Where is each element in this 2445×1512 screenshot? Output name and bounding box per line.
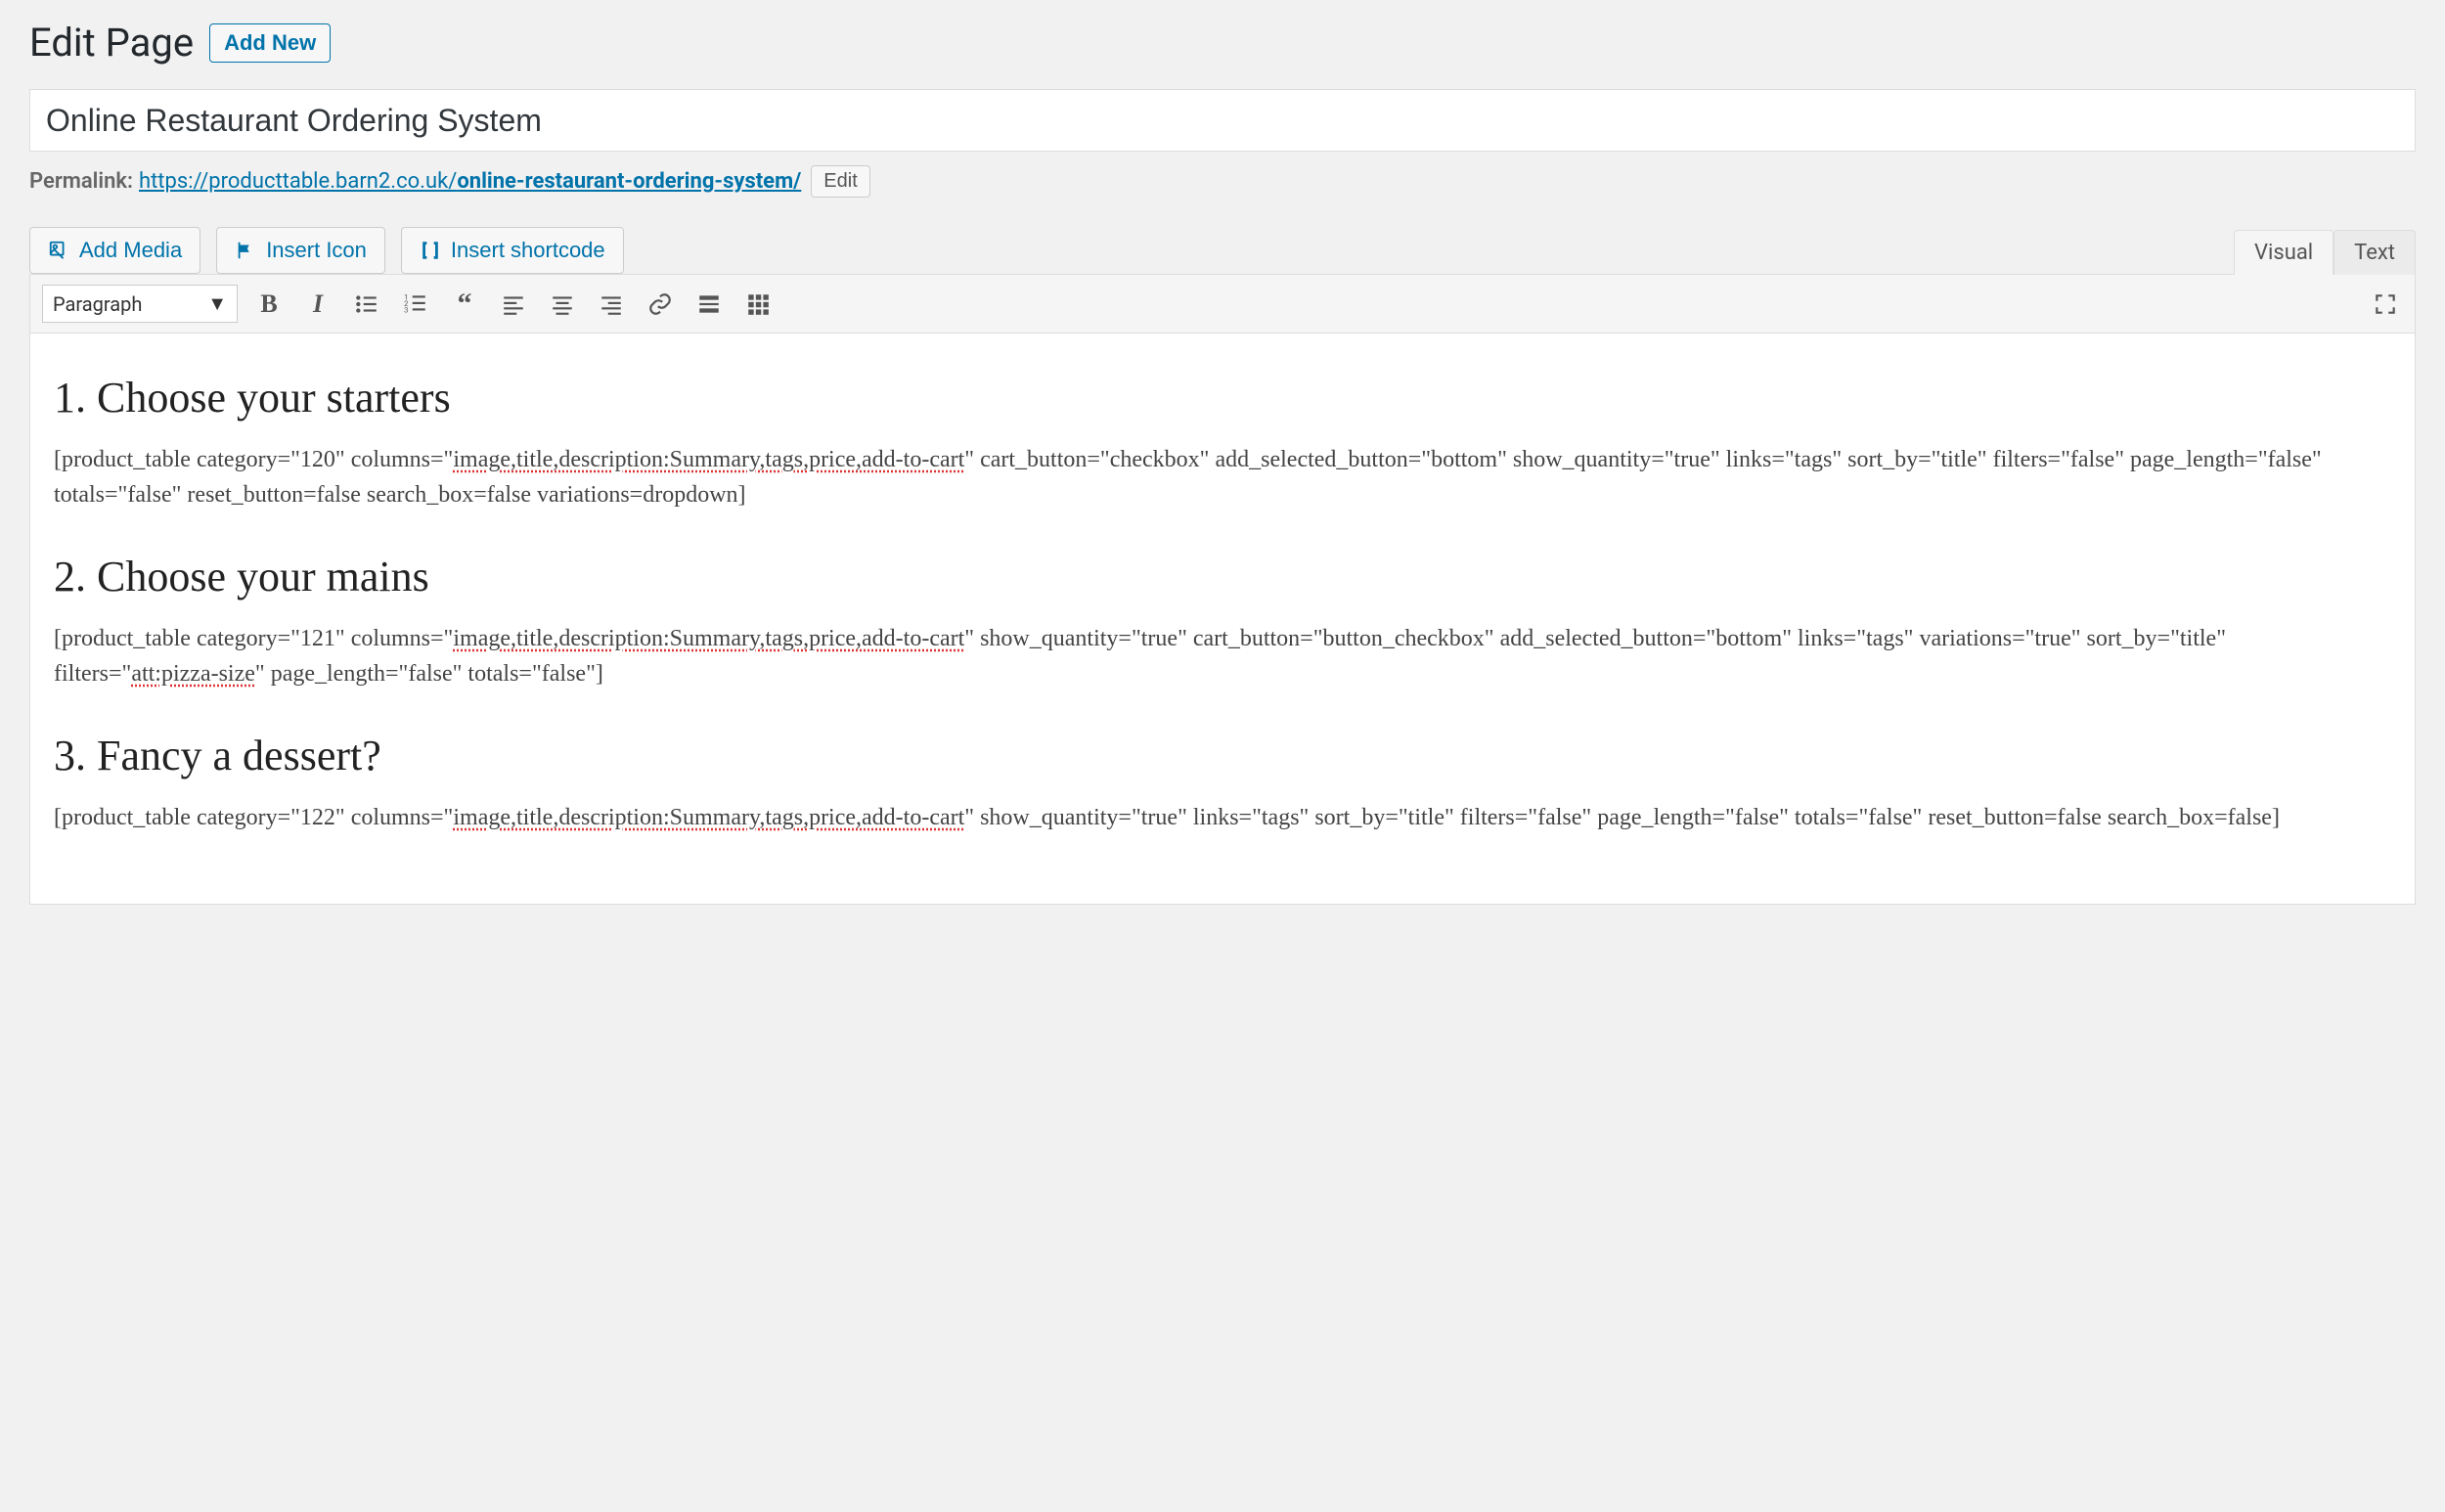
- content-paragraph-3: [product_table category="122" columns="i…: [54, 800, 2391, 835]
- blockquote-button[interactable]: “: [447, 287, 482, 322]
- tab-text[interactable]: Text: [2334, 230, 2416, 275]
- numbered-list-button[interactable]: 123: [398, 287, 433, 322]
- content-heading-1: 1. Choose your starters: [54, 373, 2391, 422]
- content-editor[interactable]: 1. Choose your starters [product_table c…: [30, 334, 2415, 904]
- insert-shortcode-button[interactable]: Insert shortcode: [401, 227, 624, 274]
- add-new-button[interactable]: Add New: [209, 23, 331, 63]
- media-row: Add Media Insert Icon Insert shortcode V…: [29, 227, 2416, 274]
- format-select-label: Paragraph: [53, 292, 142, 316]
- permalink-label: Permalink:: [29, 169, 133, 194]
- content-paragraph-1: [product_table category="120" columns="i…: [54, 442, 2391, 512]
- svg-text:3: 3: [404, 306, 408, 315]
- align-right-button[interactable]: [594, 287, 629, 322]
- bold-button[interactable]: B: [251, 287, 287, 322]
- content-paragraph-2: [product_table category="121" columns="i…: [54, 621, 2391, 691]
- permalink-link[interactable]: https://producttable.barn2.co.uk/online-…: [139, 169, 801, 194]
- toolbar-toggle-button[interactable]: [740, 287, 776, 322]
- permalink-base: https://producttable.barn2.co.uk/: [139, 169, 457, 194]
- editor-box: Paragraph ▼ B I 123 “: [29, 274, 2416, 905]
- add-media-label: Add Media: [79, 238, 182, 263]
- post-title-input[interactable]: [29, 89, 2416, 152]
- align-left-button[interactable]: [496, 287, 531, 322]
- permalink-row: Permalink: https://producttable.barn2.co…: [29, 165, 2416, 198]
- brackets-icon: [420, 240, 441, 261]
- media-icon: [48, 240, 69, 261]
- add-media-button[interactable]: Add Media: [29, 227, 200, 274]
- editor-tabs: Visual Text: [2234, 230, 2416, 275]
- heading-row: Edit Page Add New: [29, 20, 2416, 66]
- insert-icon-button[interactable]: Insert Icon: [216, 227, 385, 274]
- tab-visual[interactable]: Visual: [2234, 230, 2334, 275]
- fullscreen-button[interactable]: [2368, 287, 2403, 322]
- italic-button[interactable]: I: [300, 287, 335, 322]
- content-heading-2: 2. Choose your mains: [54, 552, 2391, 601]
- flag-icon: [235, 240, 256, 261]
- permalink-slug: online-restaurant-ordering-system/: [457, 169, 801, 194]
- align-center-button[interactable]: [545, 287, 580, 322]
- editor-toolbar: Paragraph ▼ B I 123 “: [30, 275, 2415, 334]
- page-wrap: Edit Page Add New Permalink: https://pro…: [0, 0, 2445, 944]
- permalink-edit-button[interactable]: Edit: [811, 165, 869, 198]
- page-heading: Edit Page: [29, 20, 194, 66]
- format-select[interactable]: Paragraph ▼: [42, 285, 238, 323]
- bullet-list-button[interactable]: [349, 287, 384, 322]
- insert-icon-label: Insert Icon: [266, 238, 367, 263]
- link-button[interactable]: [643, 287, 678, 322]
- insert-shortcode-label: Insert shortcode: [451, 238, 605, 263]
- content-heading-3: 3. Fancy a dessert?: [54, 731, 2391, 780]
- chevron-down-icon: ▼: [207, 291, 227, 316]
- media-buttons: Add Media Insert Icon Insert shortcode: [29, 227, 624, 274]
- read-more-button[interactable]: [691, 287, 727, 322]
